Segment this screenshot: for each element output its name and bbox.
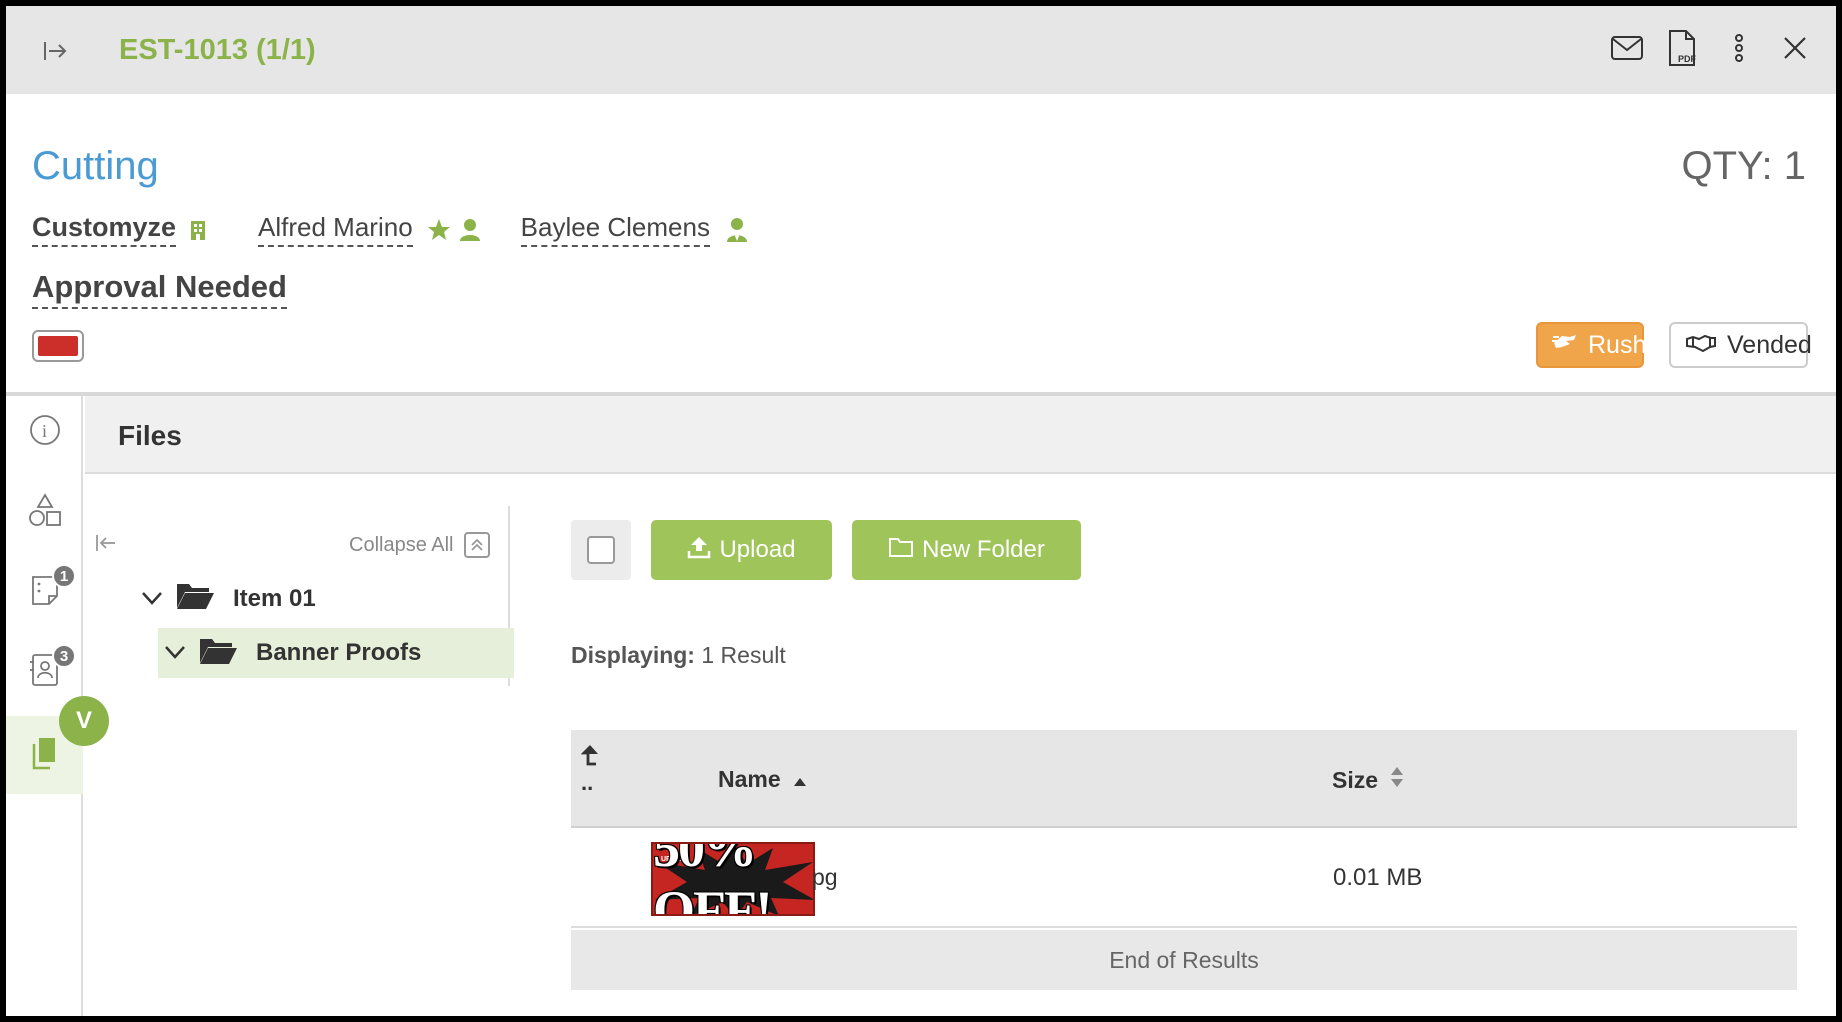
new-folder-button[interactable]: New Folder bbox=[852, 520, 1081, 580]
displaying-value: 1 Result bbox=[701, 642, 786, 668]
sort-icon bbox=[1390, 766, 1404, 794]
upload-button[interactable]: Upload bbox=[651, 520, 832, 580]
thumbnail-text: 50% OFF! bbox=[653, 842, 773, 916]
rush-hand-icon bbox=[1552, 331, 1578, 360]
select-all-checkbox[interactable] bbox=[571, 520, 631, 580]
files-title: Files bbox=[118, 420, 182, 451]
new-folder-label: New Folder bbox=[922, 536, 1045, 563]
close-icon[interactable] bbox=[1778, 28, 1812, 68]
estimate-window: EST-1013 (1/1) PDF Cutting QTY: 1 Custom… bbox=[6, 6, 1836, 1016]
vended-button[interactable]: Vended bbox=[1669, 322, 1812, 368]
contacts-badge: 3 bbox=[52, 644, 76, 668]
color-swatch[interactable] bbox=[32, 330, 84, 362]
user-avatar[interactable]: V bbox=[59, 696, 109, 746]
results-count: Displaying: 1 Result bbox=[571, 642, 786, 669]
top-actions: PDF bbox=[1610, 28, 1812, 68]
tree-node-label: Banner Proofs bbox=[256, 639, 422, 666]
folder-icon bbox=[888, 536, 914, 565]
size-col-label: Size bbox=[1332, 766, 1379, 793]
handshake-icon bbox=[1685, 331, 1717, 360]
expand-icon[interactable] bbox=[40, 36, 70, 66]
folder-open-icon bbox=[198, 635, 238, 672]
user-icon bbox=[459, 218, 481, 242]
tree-node-item-01[interactable]: Item 01 bbox=[141, 580, 316, 617]
rail-item-notes[interactable]: 1 bbox=[6, 556, 83, 628]
folder-tree: Collapse All Item 01 Banner Proofs bbox=[85, 506, 514, 686]
name-col-label: Name bbox=[718, 766, 781, 792]
user-tie-icon bbox=[726, 217, 748, 243]
rail-item-info[interactable]: i bbox=[6, 396, 83, 468]
files-icon bbox=[30, 736, 60, 775]
person-alfred[interactable]: Alfred Marino bbox=[258, 212, 413, 247]
chevron-down-icon bbox=[141, 585, 163, 613]
collapse-all-button[interactable]: Collapse All bbox=[349, 532, 490, 558]
folder-open-icon bbox=[175, 580, 215, 617]
qty-value: 1 bbox=[1783, 144, 1806, 188]
upload-label: Upload bbox=[719, 536, 796, 563]
rush-button[interactable]: Rush bbox=[1536, 322, 1647, 368]
quantity: QTY: 1 bbox=[1681, 144, 1806, 189]
collapse-panel-icon[interactable] bbox=[95, 532, 117, 559]
status-label[interactable]: Approval Needed bbox=[32, 269, 287, 309]
qty-label: QTY: bbox=[1681, 144, 1773, 188]
rail-item-shapes[interactable] bbox=[6, 476, 83, 548]
collapse-all-label: Collapse All bbox=[349, 533, 454, 556]
file-name[interactable]: pg bbox=[812, 864, 838, 891]
table-header: .. Name Size bbox=[571, 730, 1797, 828]
building-icon bbox=[190, 219, 206, 241]
vended-label: Vended bbox=[1727, 330, 1812, 359]
mail-icon[interactable] bbox=[1610, 28, 1644, 68]
job-header: Cutting QTY: 1 Customyze Alfred Marino B… bbox=[6, 94, 1836, 394]
checkbox-box bbox=[587, 536, 615, 564]
parent-directory-button[interactable]: .. bbox=[580, 744, 599, 794]
rush-label: Rush bbox=[1588, 330, 1647, 359]
tree-node-banner-proofs[interactable]: Banner Proofs bbox=[158, 628, 514, 678]
notes-badge: 1 bbox=[52, 564, 76, 588]
info-icon: i bbox=[29, 414, 61, 451]
person-baylee[interactable]: Baylee Clemens bbox=[520, 212, 710, 247]
file-thumbnail[interactable]: UP TO 50% OFF! bbox=[651, 842, 815, 916]
collapse-up-icon bbox=[463, 532, 490, 558]
star-icon bbox=[427, 218, 451, 242]
tree-node-label: Item 01 bbox=[233, 584, 316, 612]
upload-icon bbox=[687, 535, 711, 566]
chevron-down-icon bbox=[164, 639, 186, 667]
displaying-label: Displaying: bbox=[571, 642, 695, 668]
rail-item-contacts[interactable]: 3 bbox=[6, 636, 83, 708]
sort-asc-icon bbox=[793, 766, 807, 793]
shapes-icon bbox=[28, 492, 62, 532]
file-size: 0.01 MB bbox=[1333, 864, 1423, 891]
column-name-header[interactable]: Name bbox=[718, 766, 807, 793]
svg-text:i: i bbox=[42, 421, 47, 441]
company-name[interactable]: Customyze bbox=[32, 212, 177, 247]
table-row[interactable]: UP TO 50% OFF! pg 0.01 MB bbox=[571, 828, 1797, 928]
pdf-icon[interactable]: PDF bbox=[1666, 28, 1700, 68]
column-size-header[interactable]: Size bbox=[1332, 766, 1404, 794]
svg-text:PDF: PDF bbox=[1678, 54, 1697, 64]
job-name[interactable]: Cutting bbox=[32, 144, 159, 189]
more-vertical-icon[interactable] bbox=[1722, 28, 1756, 68]
color-swatch-fill bbox=[38, 336, 78, 356]
top-bar: EST-1013 (1/1) PDF bbox=[6, 6, 1836, 94]
files-panel-header: Files bbox=[85, 396, 1836, 474]
end-of-results: End of Results bbox=[571, 930, 1797, 990]
page-title: EST-1013 (1/1) bbox=[119, 34, 316, 66]
people-row: Customyze Alfred Marino Baylee Clemens bbox=[32, 212, 748, 247]
